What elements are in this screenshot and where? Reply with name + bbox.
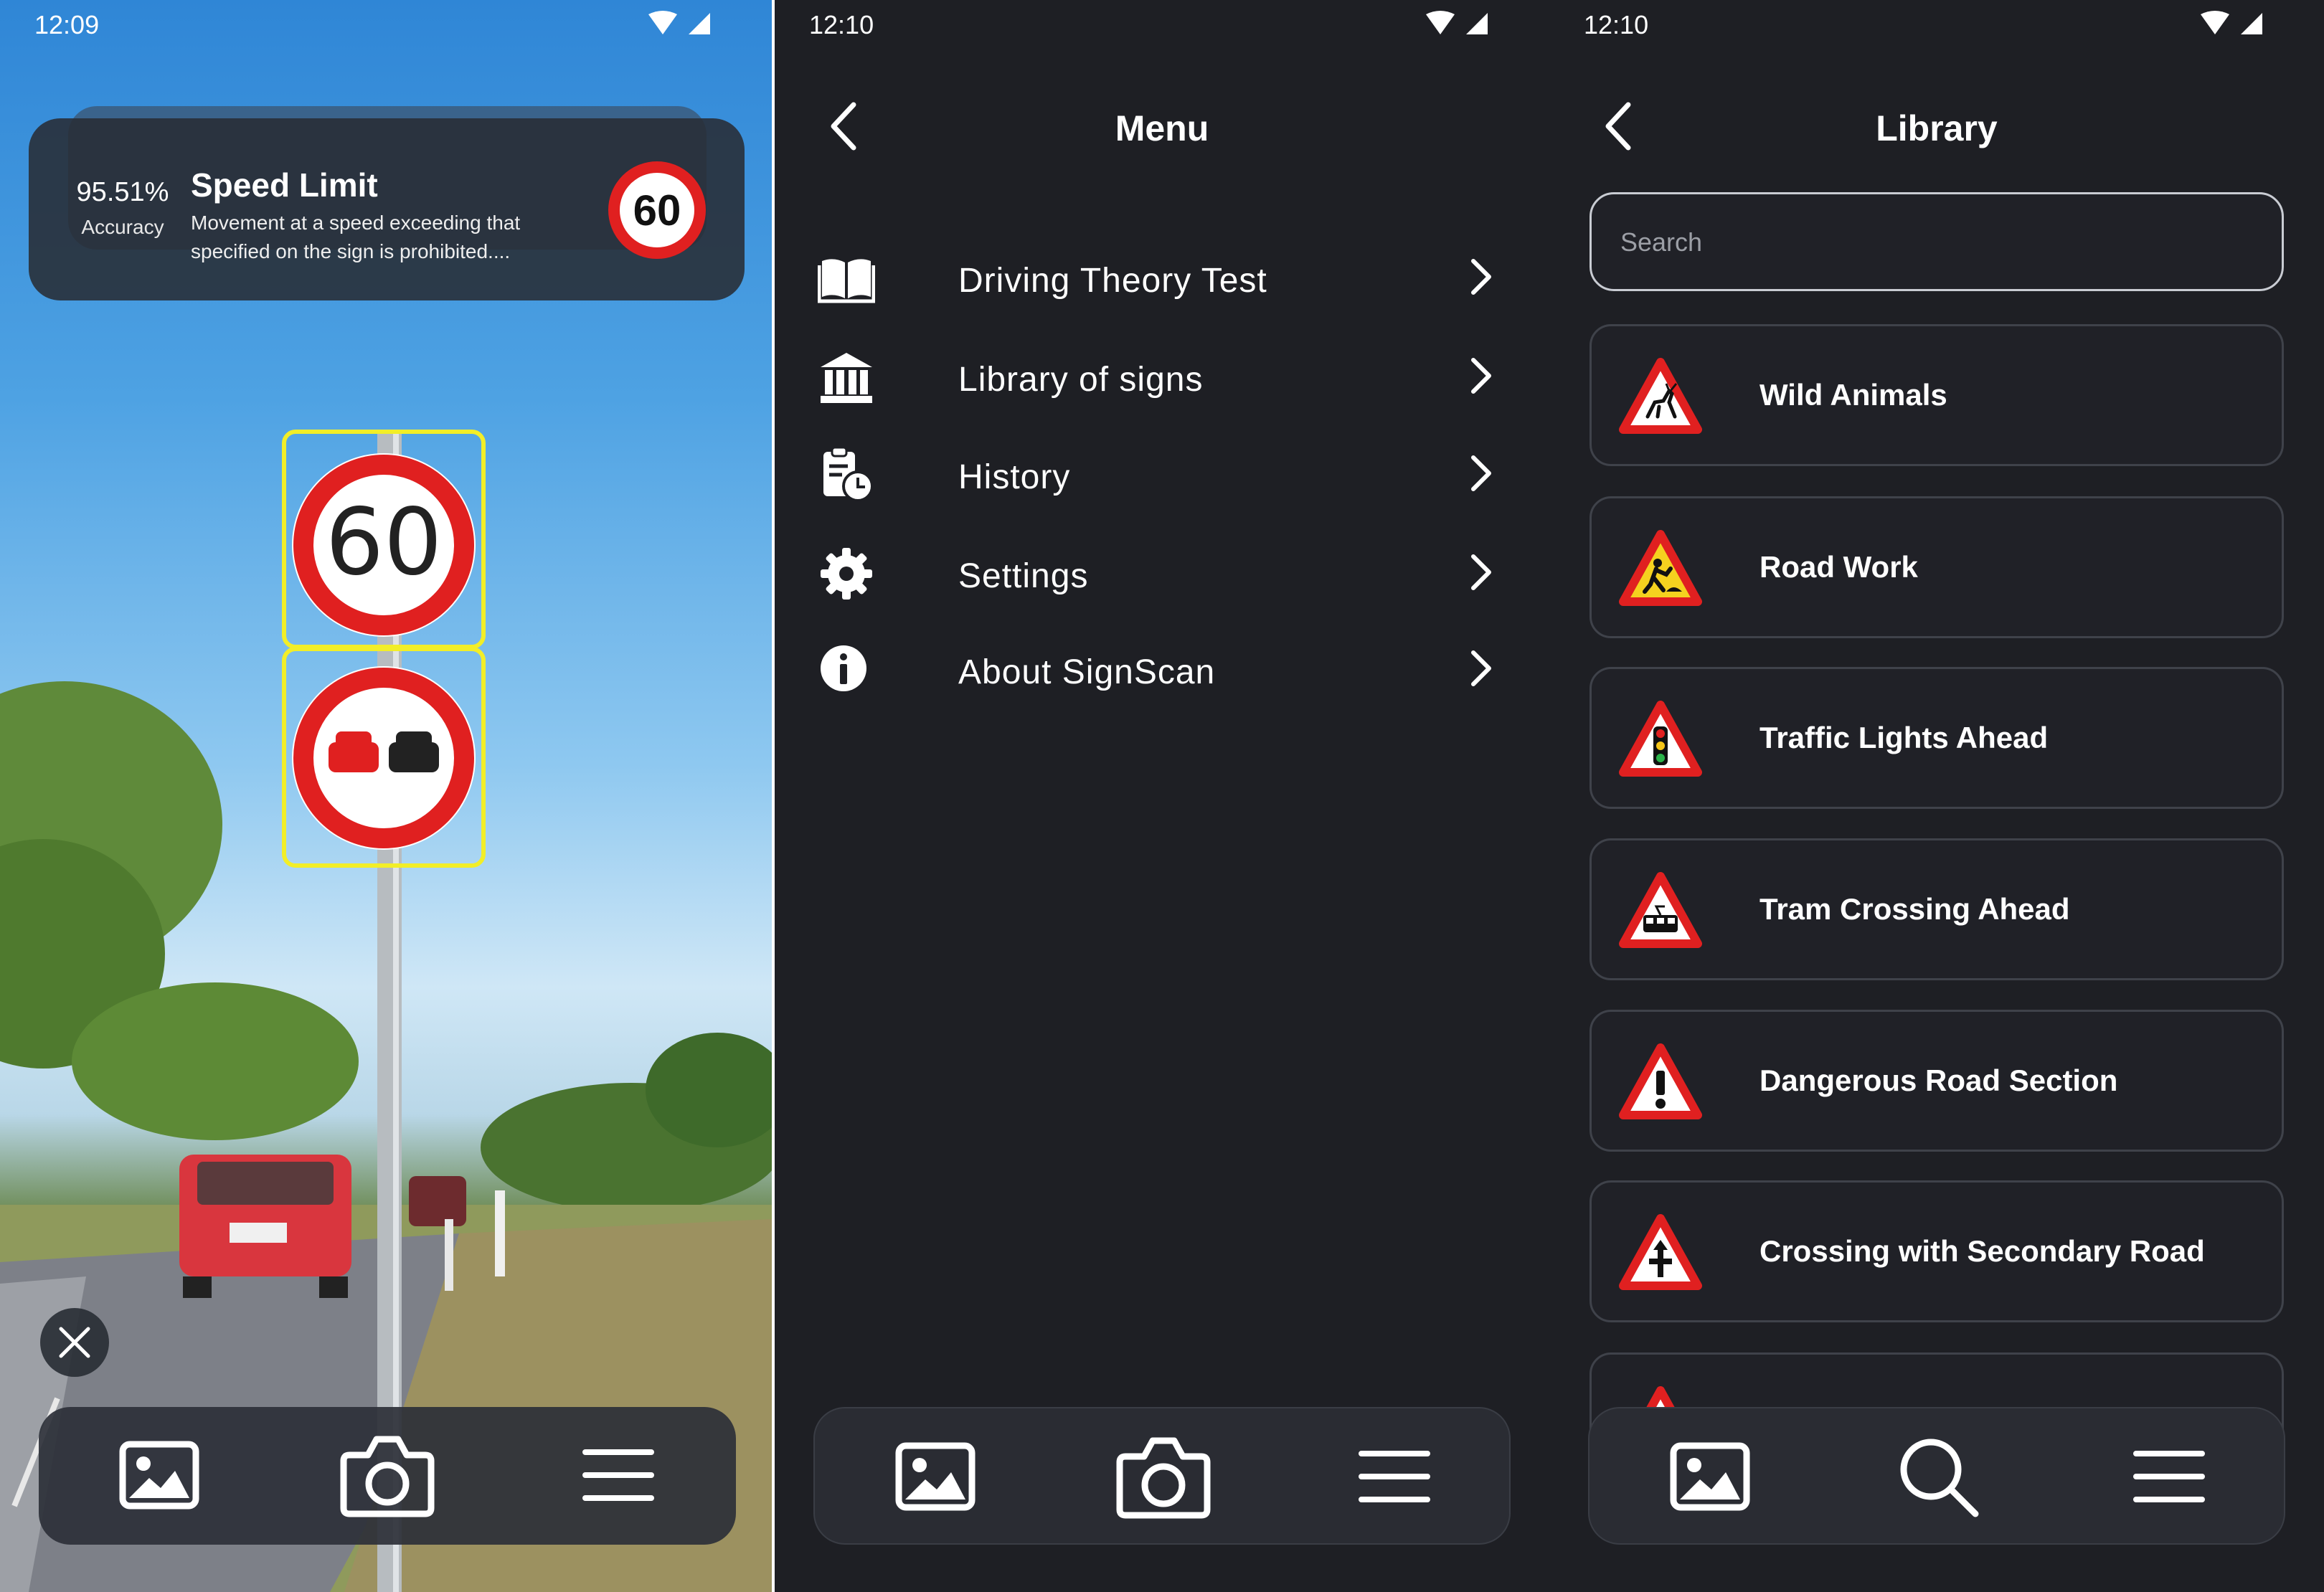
gallery-button[interactable] [1660,1430,1760,1523]
menu-icon [1359,1451,1430,1502]
menu-icon [582,1449,654,1501]
result-title: Speed Limit [191,166,378,204]
library-item[interactable]: Road Work [1590,496,2284,638]
camera-screen: 60 12:09 95.51% Accuracy Speed Limit Mov… [0,0,772,1592]
library-screen: 12:10 Library Wild Animals Road Work [1549,0,2324,1592]
secondary-road-sign-icon [1619,1214,1702,1290]
detection-result-card[interactable]: 95.51% Accuracy Speed Limit Movement at … [29,118,745,300]
book-icon [818,259,875,303]
chevron-right-icon [1471,455,1491,491]
gallery-icon [119,1441,199,1510]
wild-animals-sign-icon [1619,358,1702,434]
library-item-label: Wild Animals [1759,378,1947,412]
menu-item-label: Library of signs [958,361,1204,399]
page-title: Library [1876,108,1998,148]
result-description: Movement at a speed exceeding that speci… [191,212,521,262]
traffic-lights-sign-icon [1619,701,1702,777]
signal-icon [2201,11,2262,34]
library-icon [821,353,872,403]
library-item-label: Traffic Lights Ahead [1759,721,2049,754]
gallery-button[interactable] [109,1428,209,1522]
bottom-toolbar [39,1407,736,1545]
menu-item-label: Settings [958,557,1089,595]
gear-icon [821,548,872,600]
search-icon [1900,1439,1979,1517]
menu-item-label: About SignScan [958,653,1216,691]
gallery-icon [895,1442,976,1511]
detected-speed-value: 60 [326,489,443,596]
accuracy-label: Accuracy [81,216,164,238]
tram-crossing-sign-icon [1619,872,1702,948]
menu-item-label: History [958,458,1071,496]
library-item[interactable]: Tram Crossing Ahead [1590,838,2284,980]
library-item[interactable]: Crossing with Secondary Road [1590,1180,2284,1322]
chevron-right-icon [1471,554,1491,590]
status-bar: 12:10 [775,0,1549,50]
library-item[interactable]: Wild Animals [1590,324,2284,466]
bottom-toolbar [1588,1407,2285,1545]
bottom-toolbar [813,1407,1511,1545]
menu-item-label: Driving Theory Test [958,262,1267,300]
accuracy-value: 95.51% [76,177,169,207]
status-bar: 12:10 [1549,0,2324,50]
library-item-label: Tram Crossing Ahead [1759,892,2070,926]
speed-limit-sign-icon: 60 [608,161,706,259]
library-item[interactable]: Dangerous Road Section [1590,1010,2284,1152]
library-item-label: Dangerous Road Section [1759,1063,2118,1097]
status-bar: 12:09 [0,0,772,50]
signal-icon [1426,11,1488,34]
search-button[interactable] [1888,1430,1988,1523]
camera-icon [340,1436,435,1517]
chevron-right-icon [1471,650,1491,686]
menu-button[interactable] [568,1428,669,1522]
menu-item-about[interactable]: About SignScan [818,625,1535,711]
menu-button[interactable] [2119,1430,2219,1523]
camera-button[interactable] [1113,1430,1214,1523]
gallery-button[interactable] [885,1430,986,1523]
menu-item-driving-theory-test[interactable]: Driving Theory Test [818,234,1535,320]
library-item-label: Crossing with Secondary Road [1759,1234,2205,1268]
library-item-label: Road Work [1759,550,1918,584]
menu-button[interactable] [1344,1430,1445,1523]
road-work-sign-icon [1619,530,1702,606]
menu-item-settings[interactable]: Settings [818,529,1535,615]
search-box[interactable] [1590,192,2284,291]
chevron-right-icon [1471,358,1491,394]
status-time: 12:10 [1584,10,1649,39]
menu-icon [2133,1451,2205,1502]
history-icon [823,446,874,502]
gallery-icon [1670,1442,1750,1511]
status-time: 12:10 [809,10,874,39]
library-item[interactable]: Traffic Lights Ahead [1590,667,2284,809]
chevron-right-icon [1471,259,1491,295]
camera-button[interactable] [337,1428,438,1522]
signal-icon [648,11,710,34]
status-time: 12:09 [34,10,100,39]
info-icon [821,645,866,691]
close-button[interactable] [40,1308,109,1377]
camera-icon [1116,1437,1211,1519]
search-input[interactable] [1620,216,2252,269]
menu-item-library-of-signs[interactable]: Library of signs [818,333,1535,419]
menu-item-history[interactable]: History [818,430,1535,516]
menu-screen: 12:10 Menu Driving Theory Test Library o… [775,0,1549,1592]
close-icon [59,1327,90,1358]
danger-sign-icon [1619,1043,1702,1119]
page-title: Menu [1115,108,1209,148]
